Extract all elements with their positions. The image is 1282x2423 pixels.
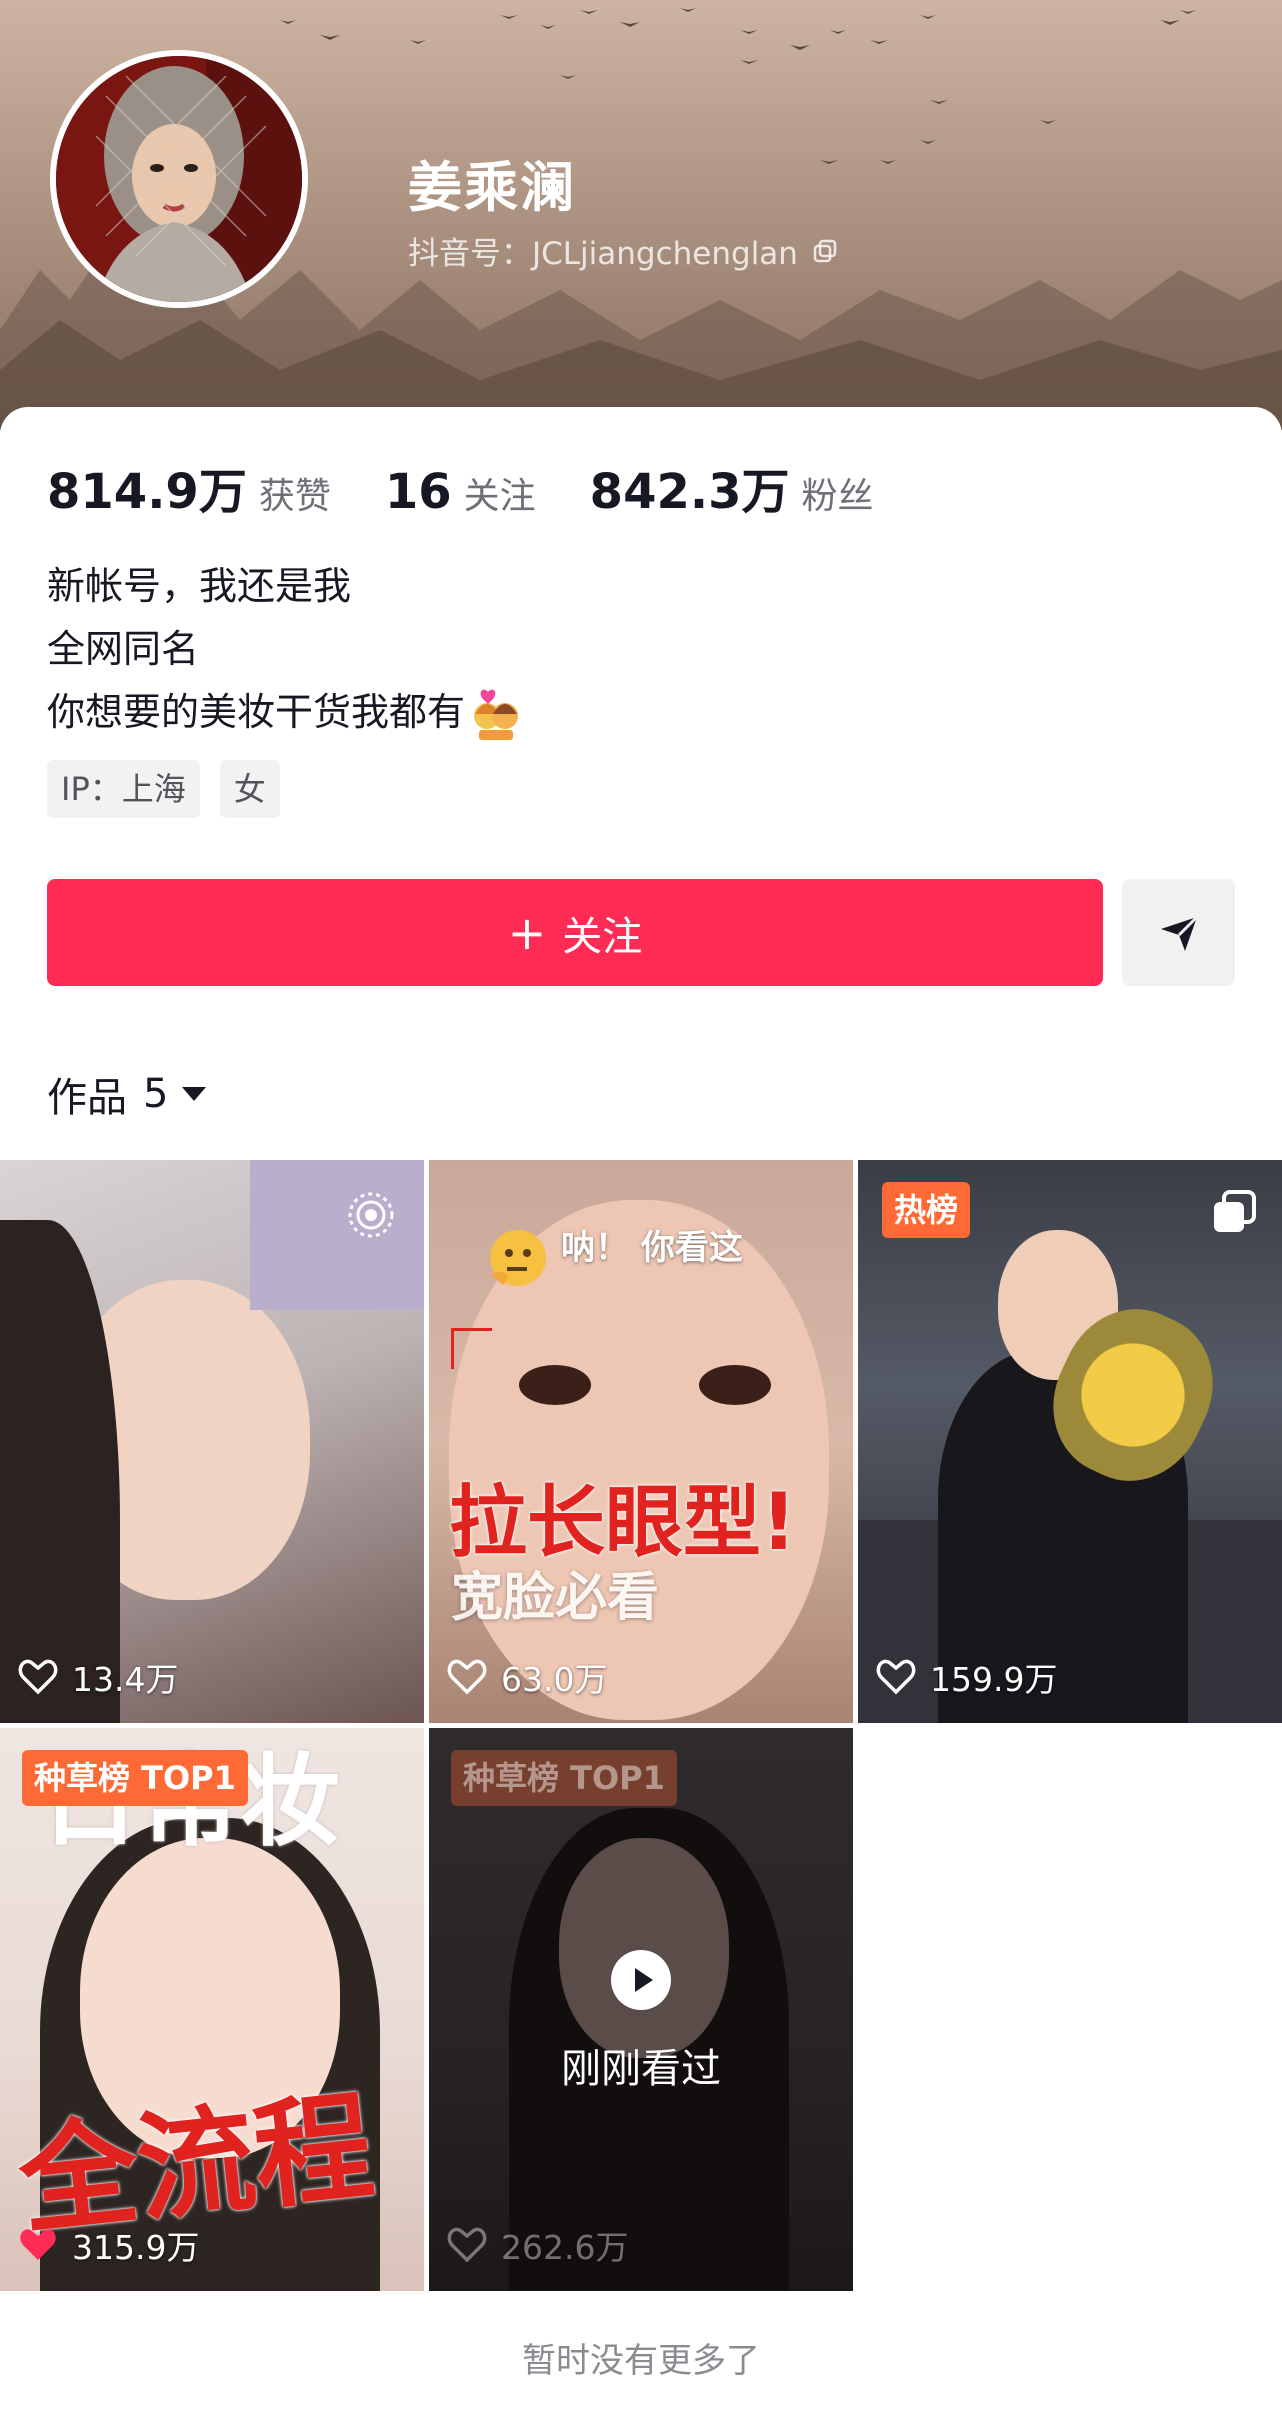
paper-plane-icon: [1160, 915, 1198, 951]
douyin-id[interactable]: 抖音号：JCLjiangchenglan: [408, 228, 838, 273]
stat-followers-label: 粉丝: [801, 476, 874, 517]
video-tile-4[interactable]: 日常妆 全流程 种草榜 TOP1 315.9万: [0, 1728, 424, 2291]
multi-image-icon: [1214, 1190, 1256, 1232]
stat-following-label: 关注: [463, 476, 536, 517]
heart-outline-icon: [447, 2227, 487, 2263]
bio-line-1: 新帐号，我还是我: [47, 564, 352, 608]
profile-stats: 814.9万 获赞 16 关注 842.3万 粉丝: [47, 452, 928, 522]
video-tile-2[interactable]: 呐！ 你看这 拉长眼型! 宽脸必看 63.0万: [429, 1160, 853, 1723]
video-2-likes-count: 63.0万: [501, 1660, 608, 1699]
video-2-caption-top: 呐！ 你看这: [561, 1228, 743, 1268]
play-icon[interactable]: [609, 1948, 673, 2012]
tag-gender: 女: [219, 760, 280, 818]
stat-followers[interactable]: 842.3万 粉丝: [590, 452, 874, 522]
video-2-subtitle: 宽脸必看: [451, 1568, 660, 1628]
video-5-likes: 262.6万: [447, 2221, 628, 2269]
video-2-corner-marker: [451, 1328, 492, 1369]
kissing-couple-emoji-icon: [474, 689, 519, 740]
profile-name: 姜乘澜: [408, 156, 576, 219]
live-icon: [348, 1192, 394, 1238]
stat-following[interactable]: 16 关注: [385, 464, 536, 520]
no-more-content-text: 暂时没有更多了: [522, 2341, 760, 2381]
heart-outline-icon: [876, 1659, 916, 1695]
video-3-likes-count: 159.9万: [930, 1660, 1058, 1699]
bio-line-2: 全网同名: [47, 627, 200, 671]
video-1-thumbnail-sleeve: [250, 1160, 424, 1310]
video-1-likes: 13.4万: [18, 1653, 178, 1701]
video-4-likes: 315.9万: [18, 2221, 199, 2269]
stat-likes[interactable]: 814.9万 获赞: [47, 452, 331, 522]
bio-line-3: 你想要的美妆干货我都有: [47, 690, 466, 734]
copy-icon[interactable]: [812, 238, 838, 264]
video-1-likes-count: 13.4万: [72, 1660, 179, 1699]
profile-banner: 姜乘澜 抖音号：JCLjiangchenglan: [0, 0, 1282, 430]
thinking-face-emoji-icon: [490, 1230, 546, 1286]
works-tab[interactable]: 作品 5: [47, 1065, 207, 1123]
profile-tags: IP：上海 女: [47, 760, 280, 818]
video-2-left-eye: [519, 1365, 591, 1405]
heart-outline-icon: [447, 1659, 487, 1695]
plus-icon: +: [507, 905, 547, 960]
bio-line-3-row: 你想要的美妆干货我都有: [47, 681, 523, 744]
video-4-likes-count: 315.9万: [72, 2228, 200, 2267]
caret-down-icon: [182, 1087, 207, 1101]
video-2-right-eye: [699, 1365, 771, 1405]
seeding-list-badge: 种草榜 TOP1: [22, 1750, 248, 1806]
avatar-image: [56, 56, 302, 302]
video-tile-5[interactable]: 种草榜 TOP1 刚刚看过 262.6万: [429, 1728, 853, 2291]
works-label: 作品: [47, 1075, 127, 1121]
recently-viewed-label: 刚刚看过: [561, 2046, 721, 2092]
hot-list-badge: 热榜: [882, 1182, 971, 1238]
heart-filled-icon: [20, 2229, 56, 2260]
seeding-list-badge-dimmed: 种草榜 TOP1: [451, 1750, 677, 1806]
stat-likes-label: 获赞: [258, 476, 331, 517]
video-2-likes: 63.0万: [447, 1653, 607, 1701]
send-message-button[interactable]: [1122, 879, 1235, 986]
heart-outline-icon: [18, 1659, 58, 1695]
video-tile-1[interactable]: 13.4万: [0, 1160, 424, 1723]
works-count: 5: [143, 1071, 169, 1117]
video-tile-3[interactable]: 热榜 159.9万: [858, 1160, 1282, 1723]
douyin-id-text: 抖音号：JCLjiangchenglan: [408, 236, 798, 272]
stat-following-value: 16: [384, 464, 452, 520]
stat-likes-value: 814.9万: [47, 464, 247, 520]
video-3-likes: 159.9万: [876, 1653, 1057, 1701]
video-5-likes-count: 262.6万: [501, 2228, 629, 2267]
avatar[interactable]: [50, 50, 308, 308]
video-1-thumbnail-hair: [0, 1220, 120, 1723]
tag-ip-location: IP：上海: [47, 760, 200, 818]
stat-followers-value: 842.3万: [589, 464, 790, 520]
profile-bio: 新帐号，我还是我 全网同名 你想要的美妆干货我都有: [47, 555, 523, 744]
follow-button[interactable]: + 关注: [47, 879, 1103, 986]
follow-button-label: 关注: [562, 913, 643, 960]
